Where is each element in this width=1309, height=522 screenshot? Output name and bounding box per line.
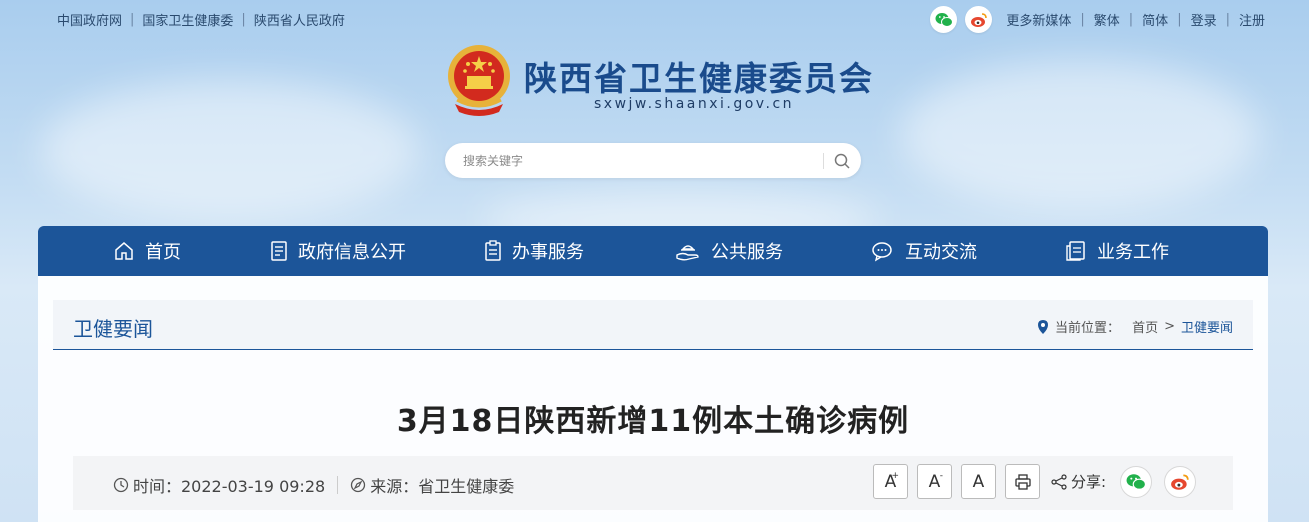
font-increase-button[interactable]: A + xyxy=(873,464,908,499)
breadcrumb-home-link[interactable]: 首页 xyxy=(1132,317,1158,336)
publish-time: 时间：2022-03-19 09:28 xyxy=(133,477,326,496)
search-bar xyxy=(445,143,861,178)
search-button[interactable] xyxy=(824,143,860,178)
traditional-chinese-link[interactable]: 繁体 xyxy=(1094,10,1120,29)
external-links: 中国政府网 | 国家卫生健康委 | 陕西省人民政府 xyxy=(57,10,345,29)
font-decrease-button[interactable]: A- xyxy=(917,464,952,499)
font-decrease-label: A xyxy=(928,471,941,492)
nav-item-label: 办事服务 xyxy=(512,242,584,263)
document-icon xyxy=(271,241,287,261)
nav-item-gov-info[interactable]: 政府信息公开 xyxy=(270,226,406,276)
breadcrumb-label: 当前位置： xyxy=(1055,321,1121,336)
home-icon xyxy=(115,242,133,260)
article-tools: A + A- A 分享: xyxy=(873,464,1208,499)
site-title: 陕西省卫生健康委员会 xyxy=(524,59,874,98)
clock-icon xyxy=(113,477,129,493)
search-icon xyxy=(834,153,850,169)
font-reset-button[interactable]: A xyxy=(961,464,996,499)
wechat-icon[interactable] xyxy=(930,6,958,33)
main-content: 卫健要闻 当前位置： 首页 > 卫健要闻 3月18日陕西新增11例本土确诊病例 … xyxy=(38,276,1268,522)
breadcrumb: 当前位置： 首页 > 卫健要闻 xyxy=(1037,317,1233,336)
site-domain: sxwjw.shaanxi.gov.cn xyxy=(594,96,795,112)
nav-item-interaction[interactable]: 互动交流 xyxy=(871,226,977,276)
files-icon xyxy=(1066,241,1085,261)
simplified-chinese-link[interactable]: 简体 xyxy=(1142,10,1168,29)
share-wechat-button[interactable] xyxy=(1120,465,1153,498)
article-meta-bar: 时间：2022-03-19 09:28 来源：省卫生健康委 A + A- A 分享… xyxy=(73,456,1233,510)
nav-item-public-services[interactable]: 公共服务 xyxy=(675,226,783,276)
weibo-icon xyxy=(1171,473,1189,490)
nav-item-home[interactable]: 首页 xyxy=(113,226,181,276)
font-reset-label: A xyxy=(972,471,985,492)
section-header: 卫健要闻 当前位置： 首页 > 卫健要闻 xyxy=(53,300,1253,350)
share-text: 分享: xyxy=(1071,473,1107,491)
search-input[interactable] xyxy=(463,153,823,168)
clipboard-icon xyxy=(485,240,501,261)
top-bar: 中国政府网 | 国家卫生健康委 | 陕西省人民政府 更多新媒体 | 繁体 | 简… xyxy=(0,0,1309,36)
breadcrumb-current-link[interactable]: 卫健要闻 xyxy=(1181,317,1233,336)
divider: | xyxy=(1080,12,1085,27)
nav-item-label: 公共服务 xyxy=(711,242,783,263)
national-emblem-logo xyxy=(443,42,515,118)
register-link[interactable]: 注册 xyxy=(1239,10,1265,29)
more-media-link[interactable]: 更多新媒体 xyxy=(1006,10,1071,29)
section-title: 卫健要闻 xyxy=(73,317,153,341)
hand-service-icon xyxy=(676,245,699,261)
chat-icon xyxy=(872,242,892,262)
print-button[interactable] xyxy=(1005,464,1040,499)
share-weibo-button[interactable] xyxy=(1164,465,1197,498)
article-meta-info: 时间：2022-03-19 09:28 来源：省卫生健康委 xyxy=(113,473,514,497)
weibo-icon[interactable] xyxy=(965,6,993,33)
nav-item-services[interactable]: 办事服务 xyxy=(484,226,584,276)
nav-item-label: 政府信息公开 xyxy=(298,242,406,263)
share-icon xyxy=(1051,473,1067,490)
link-gov-cn[interactable]: 中国政府网 xyxy=(57,10,122,29)
divider xyxy=(337,476,339,494)
divider: | xyxy=(130,12,135,27)
location-pin-icon xyxy=(1038,319,1049,334)
login-link[interactable]: 登录 xyxy=(1191,10,1217,29)
article-source: 来源：省卫生健康委 xyxy=(370,477,515,496)
nav-item-label: 互动交流 xyxy=(905,242,977,263)
nav-item-label: 业务工作 xyxy=(1097,242,1169,263)
share-label: 分享: xyxy=(1051,471,1106,492)
divider: | xyxy=(1177,12,1182,27)
top-right-tools: 更多新媒体 | 繁体 | 简体 | 登录 | 注册 xyxy=(930,6,1265,33)
printer-icon xyxy=(1014,473,1031,490)
link-shaanxi-gov[interactable]: 陕西省人民政府 xyxy=(254,10,345,29)
wechat-icon xyxy=(1126,473,1147,490)
divider: | xyxy=(1128,12,1134,27)
main-nav: 首页 政府信息公开 办事服务 公共服务 互动交流 业务工作 xyxy=(38,226,1268,276)
compass-icon xyxy=(351,477,366,493)
divider: | xyxy=(241,12,246,27)
divider: | xyxy=(1225,12,1230,27)
breadcrumb-separator: > xyxy=(1164,319,1175,334)
article-title: 3月18日陕西新增11例本土确诊病例 xyxy=(396,404,910,439)
nav-item-label: 首页 xyxy=(145,242,181,263)
nav-item-business[interactable]: 业务工作 xyxy=(1065,226,1169,276)
link-nhc[interactable]: 国家卫生健康委 xyxy=(142,10,233,29)
